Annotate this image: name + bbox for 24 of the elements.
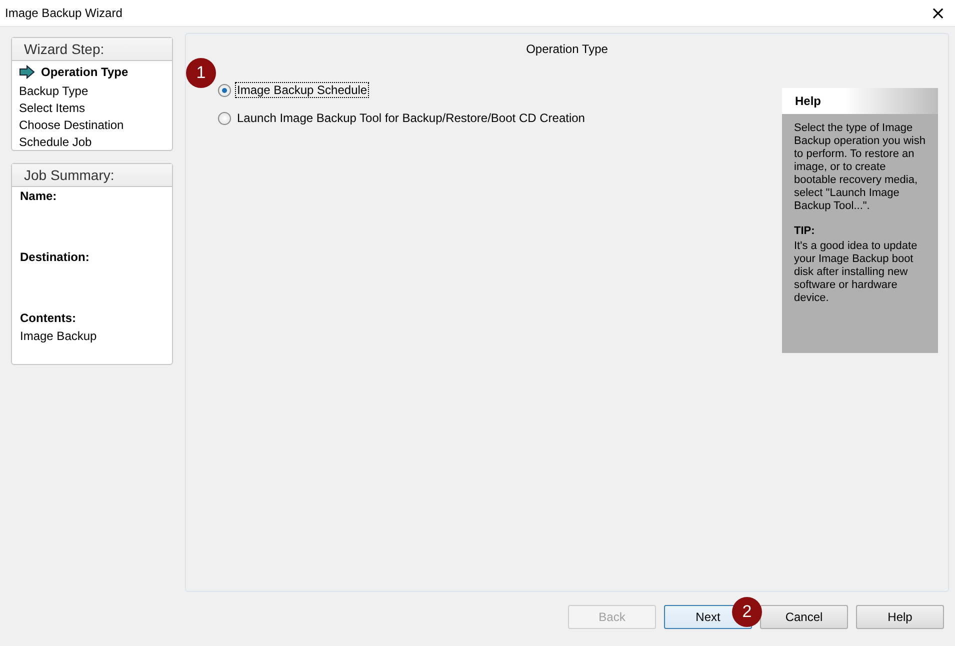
panel-heading: Job Summary:: [12, 164, 172, 187]
callout-tooltip: 2: [732, 597, 762, 627]
field-label: Destination:: [20, 250, 90, 264]
wizard-step: Schedule Job: [19, 135, 165, 149]
wizard-step: Select Items: [19, 101, 165, 115]
field-value: Image Backup: [20, 329, 98, 343]
close-button[interactable]: ×: [923, 0, 953, 26]
tip-text: It's a good idea to update your Image Backup boot disk after installing new software or hardware device.: [793, 239, 918, 305]
help-heading: Help: [782, 88, 938, 114]
wizard-button[interactable]: Help: [856, 605, 944, 629]
wizard-step: Operation Type: [19, 63, 165, 81]
wizard-button[interactable]: Cancel: [760, 605, 848, 629]
panel-title: Operation Type: [525, 41, 609, 58]
wizard-step: Choose Destination: [19, 118, 165, 132]
wizard-step: Backup Type: [19, 84, 165, 98]
window-title: Image Backup Wizard: [4, 6, 122, 20]
tip-heading: TIP:: [793, 224, 816, 237]
radio-button[interactable]: [218, 112, 231, 124]
arrow-icon: [19, 65, 35, 79]
help-text: Select the type of Image Backup operation you wish to perform. To restore an image, or to create bootable recovery media, select "Launch Image Backup Tool...".: [793, 121, 926, 213]
radio-button[interactable]: [218, 84, 231, 96]
field-label: Name:: [20, 189, 58, 203]
panel-heading: Wizard Step:: [12, 38, 172, 61]
field-label: Contents:: [20, 311, 77, 325]
